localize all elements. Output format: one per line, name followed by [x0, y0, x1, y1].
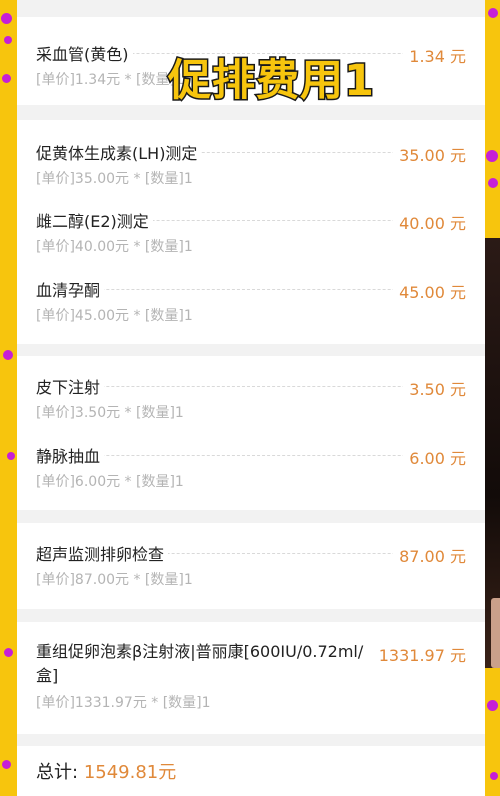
item-name: 血清孕酮: [36, 277, 105, 301]
decor-dot: [4, 36, 12, 44]
total-summary: 总计: 1549.81元: [36, 758, 176, 784]
item-name: 皮下注射: [36, 374, 105, 398]
item-detail: [单价]87.00元 * [数量]1: [36, 572, 193, 588]
item-price: 1331.97 元: [378, 646, 466, 665]
fee-item: 雌二醇(E2)测定 40.00 元 [单价]40.00元 * [数量]1: [36, 208, 466, 256]
decor-dot: [486, 150, 498, 162]
item-price: 1.34 元: [403, 43, 466, 67]
item-price: 6.00 元: [403, 445, 466, 469]
fee-item: 静脉抽血 6.00 元 [单价]6.00元 * [数量]1: [36, 443, 466, 491]
item-name: 超声监测排卵检查: [36, 541, 169, 565]
fee-item: 皮下注射 3.50 元 [单价]3.50元 * [数量]1: [36, 374, 466, 422]
fee-item: 重组促卵泡素β注射液|普丽康[600IU/0.72ml/盒] 1331.97 元…: [36, 640, 466, 712]
item-detail: [单价]1331.97元 * [数量]1: [36, 695, 211, 711]
fee-section: 皮下注射 3.50 元 [单价]3.50元 * [数量]1 静脉抽血 6.00 …: [17, 356, 485, 510]
item-price: 45.00 元: [393, 279, 466, 303]
total-amount: 1549.81元: [83, 762, 177, 783]
item-price: 35.00 元: [393, 142, 466, 166]
item-detail: [单价]3.50元 * [数量]1: [36, 405, 184, 421]
fee-section: 促黄体生成素(LH)测定 35.00 元 [单价]35.00元 * [数量]1 …: [17, 120, 485, 344]
decor-dot: [3, 350, 13, 360]
overlay-title: 促排费用1: [167, 55, 376, 108]
decor-dot: [2, 74, 11, 83]
decor-dot: [487, 700, 498, 711]
fee-section: 超声监测排卵检查 87.00 元 [单价]87.00元 * [数量]1: [17, 523, 485, 609]
item-name: 促黄体生成素(LH)测定: [36, 140, 202, 164]
item-detail: [单价]45.00元 * [数量]1: [36, 308, 193, 324]
item-price: 87.00 元: [393, 543, 466, 567]
item-name: 雌二醇(E2)测定: [36, 208, 153, 232]
decor-dot: [7, 452, 15, 460]
decor-dot: [488, 178, 498, 188]
decor-dot: [488, 8, 498, 18]
fee-list-panel[interactable]: 采血管(黄色) 1.34 元 [单价]1.34元 * [数量]1 促黄体生成素(…: [17, 0, 485, 796]
fee-item: 促黄体生成素(LH)测定 35.00 元 [单价]35.00元 * [数量]1: [36, 140, 466, 188]
fee-item: 血清孕酮 45.00 元 [单价]45.00元 * [数量]1: [36, 277, 466, 325]
fee-item: 超声监测排卵检查 87.00 元 [单价]87.00元 * [数量]1: [36, 541, 466, 589]
item-detail: [单价]40.00元 * [数量]1: [36, 239, 193, 255]
background-photo: [485, 238, 500, 668]
decor-dot: [4, 648, 13, 657]
item-name: 重组促卵泡素β注射液|普丽康[600IU/0.72ml/盒]: [36, 642, 364, 685]
fee-section: 重组促卵泡素β注射液|普丽康[600IU/0.72ml/盒] 1331.97 元…: [17, 622, 485, 734]
item-price: 40.00 元: [393, 210, 466, 234]
decor-dot: [1, 13, 12, 24]
item-detail: [单价]35.00元 * [数量]1: [36, 171, 193, 187]
item-detail: [单价]6.00元 * [数量]1: [36, 474, 184, 490]
item-name: 静脉抽血: [36, 443, 105, 467]
decor-dot: [490, 772, 498, 780]
item-name: 采血管(黄色): [36, 41, 133, 65]
decor-dot: [2, 760, 11, 769]
total-label: 总计:: [36, 762, 79, 783]
item-price: 3.50 元: [403, 376, 466, 400]
